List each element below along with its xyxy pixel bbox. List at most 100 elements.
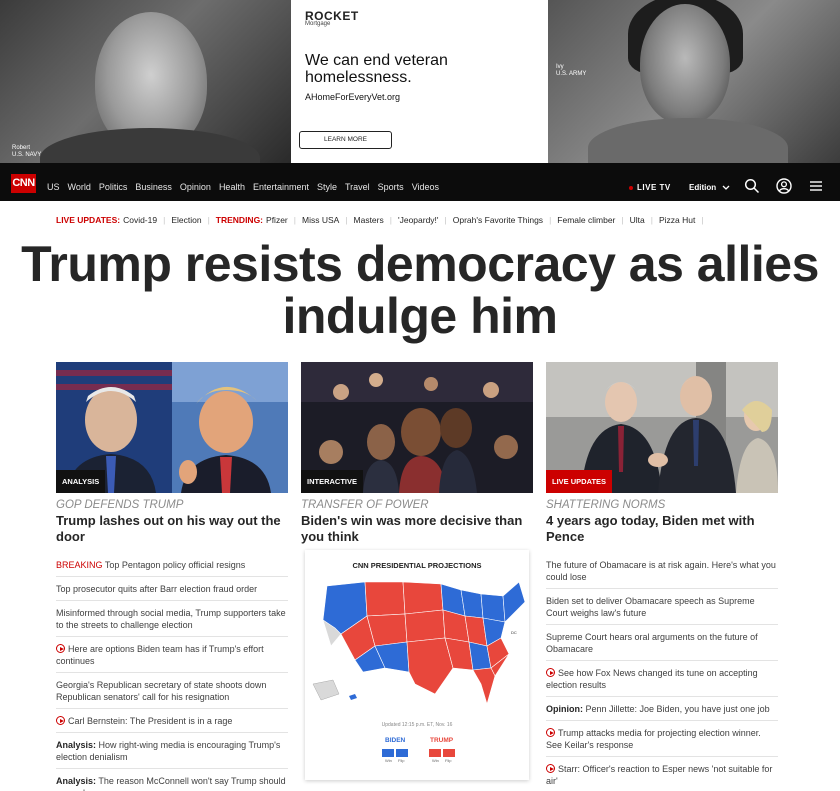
live-tv-link[interactable]: LIVE TV — [629, 183, 671, 192]
story-list: BREAKING Top Pentagon policy official re… — [56, 553, 288, 791]
us-election-map[interactable]: DC — [305, 576, 529, 716]
story-kicker[interactable]: GOP DEFENDS TRUMP — [56, 499, 288, 511]
ad-caption-name-right: Ivy — [556, 64, 564, 70]
nav-link-entertainment[interactable]: Entertainment — [253, 182, 309, 192]
main-headline[interactable]: Trump resists democracy as allies indulg… — [0, 238, 840, 342]
trending-link-covid[interactable]: Covid-19 — [123, 215, 157, 225]
list-item-text: Top prosecutor quits after Barr election… — [56, 584, 258, 594]
list-item-label: Opinion: — [546, 704, 583, 714]
map-title: CNN PRESIDENTIAL PROJECTIONS — [352, 561, 482, 570]
story-title[interactable]: 4 years ago today, Biden met with Pence — [546, 513, 778, 545]
trump-legend-flip: Flip — [445, 758, 452, 763]
play-icon — [56, 644, 65, 653]
breaking-label: BREAKING — [56, 560, 103, 570]
list-item-text: Misinformed through social media, Trump … — [56, 608, 286, 630]
nav-links: US World Politics Business Opinion Healt… — [47, 182, 439, 192]
ad-banner[interactable]: Robert U.S. NAVY ROCKET Mortgage We can … — [0, 0, 840, 163]
story-title[interactable]: Trump lashes out on his way out the door — [56, 513, 288, 545]
trending-bar: LIVE UPDATES: Covid-19 | Election | TRENDI… — [56, 215, 704, 225]
trump-legend-win: Win — [432, 758, 439, 763]
trending-link-masters[interactable]: Masters — [354, 215, 384, 225]
list-item-text: Starr: Officer's reaction to Esper news … — [546, 764, 773, 786]
top-nav: CNN US World Politics Business Opinion H… — [0, 163, 840, 201]
play-icon — [546, 764, 555, 773]
ad-photo-veteran-right: Ivy U.S. ARMY — [548, 0, 840, 163]
nav-link-health[interactable]: Health — [219, 182, 245, 192]
list-item-text: Trump attacks media for projecting elect… — [546, 728, 761, 750]
biden-legend-flip: Flip — [398, 758, 405, 763]
list-item[interactable]: Analysis: The reason McConnell won't say… — [56, 769, 288, 791]
ad-learn-more-button[interactable]: LEARN MORE — [299, 131, 392, 149]
nav-link-travel[interactable]: Travel — [345, 182, 370, 192]
trending-link-election[interactable]: Election — [171, 215, 201, 225]
list-item[interactable]: Biden set to deliver Obamacare speech as… — [546, 589, 778, 625]
hero-image-biden-trump[interactable]: ANALYSIS — [56, 362, 288, 493]
trending-link-pizza-hut[interactable]: Pizza Hut — [659, 215, 695, 225]
list-item[interactable]: Starr: Officer's reaction to Esper news … — [546, 757, 778, 791]
list-item-text: Penn Jillette: Joe Biden, you have just … — [585, 704, 770, 714]
list-item[interactable]: Trump attacks media for projecting elect… — [546, 721, 778, 757]
biden-label: BIDEN — [385, 737, 406, 744]
list-item[interactable]: Top prosecutor quits after Barr election… — [56, 577, 288, 601]
nav-link-sports[interactable]: Sports — [378, 182, 404, 192]
ad-photo-veteran-left: Robert U.S. NAVY — [0, 0, 291, 163]
trending-link-miss-usa[interactable]: Miss USA — [302, 215, 339, 225]
trump-legend — [429, 749, 455, 757]
list-item-label: Analysis: — [56, 776, 97, 786]
live-updates-badge: LIVE UPDATES — [546, 470, 613, 493]
list-item-text: See how Fox News changed its tune on acc… — [546, 668, 758, 690]
cnn-logo[interactable]: CNN — [11, 174, 36, 193]
story-kicker[interactable]: SHATTERING NORMS — [546, 499, 778, 511]
trending-link-female-climber[interactable]: Female climber — [557, 215, 615, 225]
ad-caption-branch-left: U.S. NAVY — [12, 152, 42, 158]
list-item-text: Supreme Court hears oral arguments on th… — [546, 632, 758, 654]
live-tv-label: LIVE TV — [637, 183, 671, 192]
list-item[interactable]: Analysis: How right-wing media is encour… — [56, 733, 288, 769]
trending-link-pfizer[interactable]: Pfizer — [266, 215, 288, 225]
nav-link-us[interactable]: US — [47, 182, 60, 192]
list-item[interactable]: Carl Bernstein: The President is in a ra… — [56, 709, 288, 733]
election-map-card[interactable]: CNN PRESIDENTIAL PROJECTIONS DC Updated … — [305, 550, 529, 780]
nav-link-politics[interactable]: Politics — [99, 182, 128, 192]
edition-selector[interactable]: Edition — [689, 183, 730, 192]
list-item[interactable]: The future of Obamacare is at risk again… — [546, 553, 778, 589]
list-item[interactable]: See how Fox News changed its tune on acc… — [546, 661, 778, 697]
hero-image-biden-pence[interactable]: LIVE UPDATES — [546, 362, 778, 493]
menu-icon[interactable] — [808, 178, 824, 194]
play-icon — [546, 728, 555, 737]
list-item[interactable]: Georgia's Republican secretary of state … — [56, 673, 288, 709]
nav-link-style[interactable]: Style — [317, 182, 337, 192]
trump-label: TRUMP — [430, 737, 454, 744]
nav-link-business[interactable]: Business — [135, 182, 172, 192]
live-dot-icon — [629, 185, 633, 190]
ad-caption-branch-right: U.S. ARMY — [556, 71, 587, 77]
list-item[interactable]: Here are options Biden team has if Trump… — [56, 637, 288, 673]
list-item[interactable]: Opinion: Penn Jillette: Joe Biden, you h… — [546, 697, 778, 721]
nav-link-world[interactable]: World — [68, 182, 91, 192]
nav-link-opinion[interactable]: Opinion — [180, 182, 211, 192]
list-item[interactable]: Misinformed through social media, Trump … — [56, 601, 288, 637]
trending-label: TRENDING: — [215, 215, 264, 225]
map-updated-time: Updated 12:15 p.m. ET, Nov. 16 — [381, 722, 453, 728]
trending-link-oprah[interactable]: Oprah's Favorite Things — [453, 215, 543, 225]
trending-link-ulta[interactable]: Ulta — [630, 215, 645, 225]
ad-caption-name-left: Robert — [12, 145, 31, 151]
story-kicker[interactable]: TRANSFER OF POWER — [301, 499, 533, 511]
play-icon — [56, 716, 65, 725]
svg-text:DC: DC — [511, 630, 517, 635]
user-icon[interactable] — [776, 178, 792, 194]
biden-legend-win: Win — [385, 758, 392, 763]
story-list: The future of Obamacare is at risk again… — [546, 553, 778, 791]
ad-brand-sub: Mortgage — [305, 21, 331, 27]
list-item[interactable]: BREAKING Top Pentagon policy official re… — [56, 553, 288, 577]
story-title[interactable]: Biden's win was more decisive than you t… — [301, 513, 533, 545]
hero-image-crowd[interactable]: INTERACTIVE — [301, 362, 533, 493]
search-icon[interactable] — [744, 178, 760, 194]
nav-link-videos[interactable]: Videos — [412, 182, 439, 192]
chevron-down-icon — [722, 185, 730, 190]
ad-url[interactable]: AHomeForEveryVet.org — [305, 92, 400, 102]
story-column-2: INTERACTIVE TRANSFER OF POWER Biden's wi… — [301, 362, 533, 791]
list-item[interactable]: Supreme Court hears oral arguments on th… — [546, 625, 778, 661]
trending-link-jeopardy[interactable]: 'Jeopardy!' — [398, 215, 439, 225]
ad-center-panel[interactable]: ROCKET Mortgage We can end veteran homel… — [291, 0, 548, 163]
